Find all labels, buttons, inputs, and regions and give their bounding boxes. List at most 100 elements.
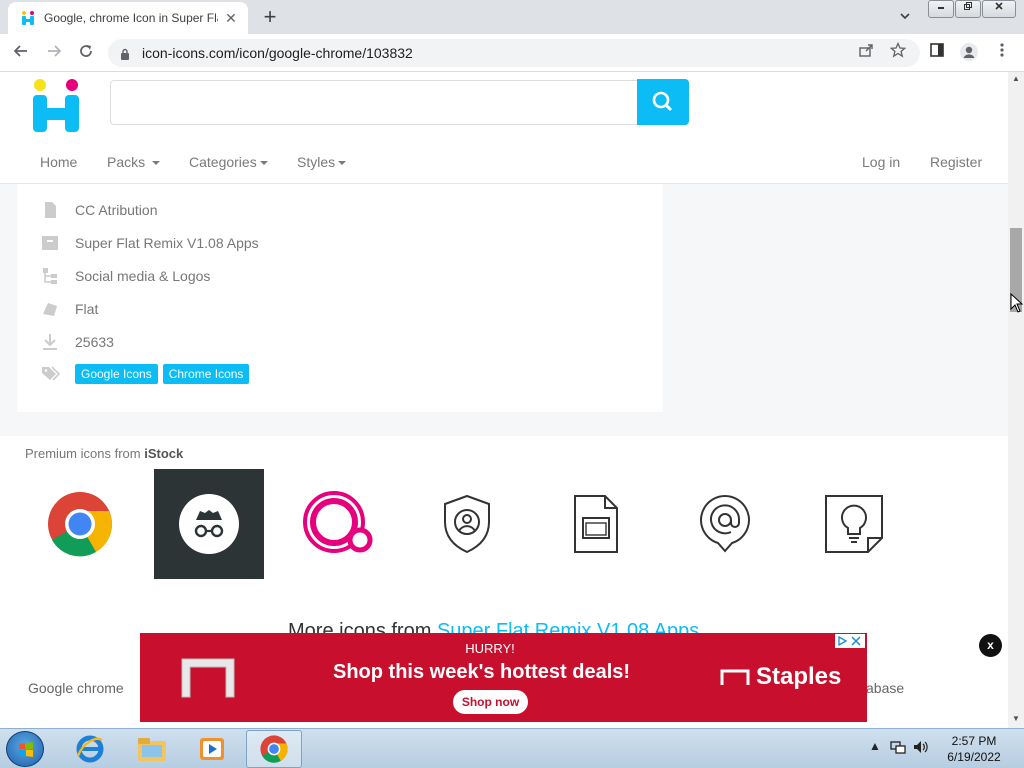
scroll-down-arrow-icon[interactable]: ▼ [1008, 712, 1024, 726]
quake-ring-icon[interactable] [283, 469, 393, 579]
web-page: Home Packs Categories Styles Log in Regi… [0, 72, 1008, 728]
back-arrow-icon[interactable] [9, 41, 33, 65]
windows-logo-icon [19, 742, 33, 757]
caret-down-icon [338, 161, 347, 166]
pack-row: Super Flat Remix V1.08 Apps [41, 231, 259, 255]
taskbar-chrome-icon[interactable] [246, 730, 302, 768]
style-link[interactable]: Flat [75, 301, 98, 317]
tab-strip: Google, chrome Icon in Super Fla ✕ + [0, 0, 1024, 34]
ad-brand: Staples [720, 663, 841, 691]
caret-down-icon [259, 161, 268, 166]
style-row: Flat [41, 297, 98, 321]
adchoices-icon [838, 635, 848, 647]
taskbar-clock[interactable]: 2:57 PM 6/19/2022 [936, 733, 1012, 765]
premium-source[interactable]: iStock [144, 446, 183, 461]
pack-link[interactable]: Super Flat Remix V1.08 Apps [75, 235, 259, 251]
nav-packs-dropdown[interactable]: Packs [107, 154, 161, 170]
tag-google-icons[interactable]: Google Icons [75, 364, 158, 384]
windows-taskbar: ▲ 2:57 PM 6/19/2022 [0, 728, 1024, 768]
address-bar[interactable]: icon-icons.com/icon/google-chrome/103832 [108, 39, 920, 67]
profile-avatar-icon[interactable] [958, 42, 980, 64]
lock-icon [120, 47, 130, 60]
search-icon [652, 91, 673, 112]
new-tab-button[interactable]: + [258, 6, 282, 30]
pack-box-icon [41, 234, 59, 252]
mouse-cursor-icon [1010, 293, 1024, 313]
premium-label: Premium icons from iStock [25, 446, 183, 461]
sitemap-icon [41, 267, 59, 285]
license-text[interactable]: CC Atribution [75, 202, 157, 218]
nav-home-link[interactable]: Home [40, 154, 77, 170]
tray-expand-icon[interactable]: ▲ [869, 739, 881, 753]
site-favicon-icon [20, 10, 36, 26]
tags-row: Google Icons Chrome Icons [41, 362, 254, 386]
ad-product-image-icon [181, 658, 235, 698]
browser-tab[interactable]: Google, chrome Icon in Super Fla ✕ [8, 2, 248, 34]
share-icon[interactable] [855, 42, 877, 64]
ad-hurry-text: HURRY! [465, 641, 515, 656]
tab-search-chevron-icon[interactable] [894, 6, 916, 28]
style-palette-icon [41, 300, 59, 318]
browser-toolbar: icon-icons.com/icon/google-chrome/103832 [0, 34, 1024, 72]
tab-close-icon[interactable]: ✕ [222, 9, 240, 27]
site-logo-icon[interactable] [32, 76, 84, 132]
nav-packs-label: Packs [107, 154, 146, 170]
document-icon [41, 201, 59, 219]
ad-banner[interactable]: HURRY! Shop this week's hottest deals! S… [140, 633, 867, 722]
minimize-button[interactable] [928, 0, 954, 18]
caret-down-icon [152, 161, 161, 166]
window-close-button[interactable] [982, 0, 1016, 18]
taskbar-ie-icon[interactable] [62, 730, 118, 768]
tag-chrome-icons[interactable]: Chrome Icons [162, 364, 250, 384]
nav-categories-label: Categories [189, 154, 257, 170]
user-shield-icon[interactable] [412, 469, 522, 579]
network-icon[interactable] [890, 739, 906, 758]
register-link[interactable]: Register [930, 154, 982, 170]
icon-label-partial[interactable]: abase [866, 680, 904, 696]
restore-button[interactable] [955, 0, 981, 18]
staples-logo-icon [720, 669, 750, 685]
tab-title: Google, chrome Icon in Super Fla [44, 11, 218, 25]
clock-time: 2:57 PM [951, 734, 997, 748]
at-sign-pin-icon[interactable] [670, 469, 780, 579]
url-text: icon-icons.com/icon/google-chrome/103832 [142, 45, 413, 61]
chrome-logo-icon[interactable] [25, 469, 135, 579]
ad-shop-now-button[interactable]: Shop now [453, 690, 528, 714]
incognito-icon[interactable] [154, 469, 264, 579]
search-button[interactable] [637, 79, 689, 125]
license-row: CC Atribution [41, 198, 157, 222]
menu-dots-icon[interactable] [991, 42, 1013, 64]
page-scrollbar[interactable] [1008, 72, 1024, 728]
download-icon [41, 333, 59, 351]
adchoices-badge[interactable] [835, 634, 865, 648]
category-link[interactable]: Social media & Logos [75, 268, 210, 284]
search-input[interactable] [110, 80, 638, 125]
ad-brand-name: Staples [756, 663, 842, 690]
scroll-up-arrow-icon[interactable]: ▲ [1008, 72, 1024, 86]
clock-date: 6/19/2022 [947, 750, 1001, 764]
icon-label-google-chrome[interactable]: Google chrome [28, 680, 124, 696]
premium-label-text: Premium icons from [25, 446, 145, 461]
nav-categories-dropdown[interactable]: Categories [189, 154, 268, 170]
volume-icon[interactable] [912, 739, 930, 758]
taskbar-explorer-icon[interactable] [124, 730, 180, 768]
nav-styles-dropdown[interactable]: Styles [297, 154, 347, 170]
reload-icon[interactable] [74, 41, 98, 65]
category-row: Social media & Logos [41, 264, 210, 288]
downloads-count: 25633 [75, 334, 114, 350]
icon-info-card: CC Atribution Super Flat Remix V1.08 App… [17, 184, 663, 412]
site-header: Home Packs Categories Styles Log in Regi… [0, 72, 1008, 184]
tags-icon [41, 365, 61, 383]
bookmark-star-icon[interactable] [887, 41, 909, 64]
login-link[interactable]: Log in [862, 154, 900, 170]
taskbar-media-player-icon[interactable] [184, 730, 240, 768]
lightbulb-note-icon[interactable] [799, 469, 909, 579]
nav-styles-label: Styles [297, 154, 336, 170]
ad-headline: Shop this week's hottest deals! [333, 661, 631, 683]
forward-arrow-icon[interactable] [42, 41, 66, 65]
ad-dismiss-button[interactable]: x [979, 634, 1002, 657]
downloads-row: 25633 [41, 330, 114, 354]
start-button[interactable] [6, 731, 44, 767]
slides-file-icon[interactable] [541, 469, 651, 579]
side-panel-icon[interactable] [926, 42, 948, 64]
